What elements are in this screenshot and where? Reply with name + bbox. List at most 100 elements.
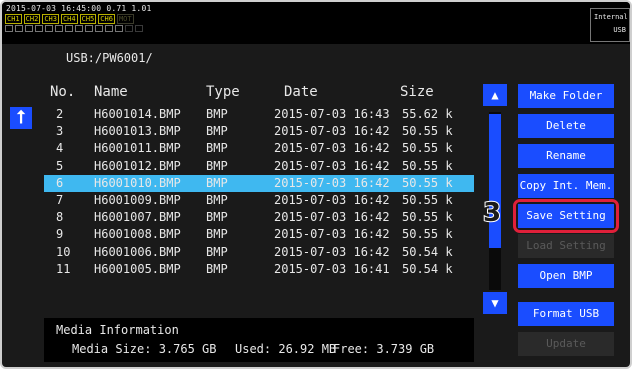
copy-int-mem-button[interactable]: Copy Int. Mem. (518, 174, 614, 198)
media-information-panel: Media Information Media Size: 3.765 GB U… (44, 318, 474, 362)
row-size: 50.55 k (402, 192, 453, 207)
table-row[interactable]: 6 H6001010.BMP BMP 2015-07-03 16:42 50.55 k (44, 174, 474, 192)
media-used-readout: Used: 26.92 MB (235, 342, 337, 356)
row-no: 4 (56, 141, 64, 156)
channel-indicator: CH3 (42, 14, 59, 24)
file-table: No. Name Type Date Size 2 H6001014.BMP BMP… (44, 82, 474, 278)
scroll-down-button[interactable]: ▼ (483, 292, 507, 314)
media-size-readout: Media Size: 3.765 GB (72, 342, 217, 356)
table-header: No. Name Type Date Size (44, 82, 474, 106)
level-cell (45, 25, 53, 32)
row-name: H6001005.BMP (94, 261, 181, 276)
row-no: 2 (56, 107, 64, 121)
instrument-screen: 2015-07-03 16:45:00 0.71 1.01 CH1 CH2 CH… (0, 0, 632, 369)
row-name: H6001006.BMP (94, 244, 181, 259)
level-cell (75, 25, 83, 32)
up-arrow-icon: ⭡ (16, 107, 26, 128)
storage-indicator: Internal USB (590, 8, 630, 42)
scroll-up-button[interactable]: ▲ (483, 84, 507, 106)
row-size: 50.55 k (402, 175, 453, 190)
row-type: BMP (206, 227, 228, 242)
row-type: BMP (206, 261, 228, 276)
row-date: 2015-07-03 16:42 (274, 210, 390, 225)
row-name: H6001007.BMP (94, 210, 181, 225)
row-name: H6001012.BMP (94, 158, 181, 173)
channel-indicator: CH1 (5, 14, 22, 24)
up-folder-button[interactable]: ⭡ (10, 107, 32, 129)
level-cell (35, 25, 43, 32)
level-cell (105, 25, 113, 32)
header-size: Size (400, 84, 434, 100)
row-name: H6001014.BMP (94, 107, 181, 121)
delete-button[interactable]: Delete (518, 114, 614, 138)
channel-indicator: MOT (116, 14, 134, 24)
row-type: BMP (206, 192, 228, 207)
row-size: 50.54 k (402, 244, 453, 259)
level-cell (125, 25, 133, 32)
row-size: 55.62 k (402, 107, 453, 121)
row-no: 8 (56, 210, 64, 225)
table-row[interactable]: 4 H6001011.BMP BMP 2015-07-03 16:42 50.55 k (44, 140, 474, 157)
row-name: H6001011.BMP (94, 141, 181, 156)
level-cell (95, 25, 103, 32)
row-size: 50.55 k (402, 210, 453, 225)
row-no: 6 (56, 175, 64, 190)
row-no: 5 (56, 158, 64, 173)
level-cell (135, 25, 143, 32)
status-bar: 2015-07-03 16:45:00 0.71 1.01 CH1 CH2 CH… (2, 2, 630, 44)
table-row[interactable]: 9 H6001008.BMP BMP 2015-07-03 16:42 50.55 k (44, 226, 474, 243)
row-type: BMP (206, 244, 228, 259)
table-row[interactable]: 2 H6001014.BMP BMP 2015-07-03 16:43 55.62 k (44, 106, 474, 123)
storage-usb-label: USB (613, 26, 626, 34)
level-cell (115, 25, 123, 32)
row-size: 50.55 k (402, 141, 453, 156)
level-cell (65, 25, 73, 32)
make-folder-button[interactable]: Make Folder (518, 84, 614, 108)
table-row[interactable]: 5 H6001012.BMP BMP 2015-07-03 16:42 50.55 k (44, 158, 474, 175)
level-indicators (5, 25, 143, 32)
row-no: 9 (56, 227, 64, 242)
level-cell (15, 25, 23, 32)
header-date: Date (284, 84, 318, 100)
row-type: BMP (206, 124, 228, 139)
table-row[interactable]: 7 H6001009.BMP BMP 2015-07-03 16:42 50.55 k (44, 192, 474, 209)
format-usb-button[interactable]: Format USB (518, 302, 614, 326)
row-no: 10 (56, 244, 71, 259)
step-number-callout: 3 (482, 197, 502, 229)
media-free-readout: Free: 3.739 GB (333, 342, 435, 356)
channel-indicator: CH4 (60, 14, 78, 24)
level-cell (85, 25, 93, 32)
row-name: H6001009.BMP (94, 192, 181, 207)
row-date: 2015-07-03 16:42 (274, 244, 390, 259)
table-body: 2 H6001014.BMP BMP 2015-07-03 16:43 55.62 k 3… (44, 106, 474, 278)
row-date: 2015-07-03 16:42 (274, 141, 390, 156)
level-cell (55, 25, 63, 32)
open-bmp-button[interactable]: Open BMP (518, 264, 614, 288)
row-no: 3 (56, 124, 64, 139)
table-row[interactable]: 8 H6001007.BMP BMP 2015-07-03 16:42 50.55 k (44, 209, 474, 226)
channel-indicator: CH6 (98, 14, 115, 24)
media-info-title: Media Information (56, 323, 179, 337)
row-date: 2015-07-03 16:42 (274, 192, 390, 207)
triangle-up-icon: ▲ (491, 88, 499, 102)
load-setting-button: Load Setting (518, 234, 614, 258)
row-name: H6001008.BMP (94, 227, 181, 242)
row-size: 50.55 k (402, 158, 453, 173)
row-no: 11 (56, 261, 71, 276)
channel-indicator: CH5 (79, 14, 97, 24)
current-path: USB:/PW6001/ (66, 51, 153, 65)
step-highlight-outline (513, 199, 619, 233)
rename-button[interactable]: Rename (518, 144, 614, 168)
row-type: BMP (206, 210, 228, 225)
update-button: Update (518, 332, 614, 356)
table-row[interactable]: 10 H6001006.BMP BMP 2015-07-03 16:42 50.54 k (44, 244, 474, 261)
header-no: No. (50, 84, 76, 100)
table-row[interactable]: 11 H6001005.BMP BMP 2015-07-03 16:41 50.54 k (44, 261, 474, 278)
header-type: Type (206, 84, 240, 100)
row-size: 50.55 k (402, 124, 453, 139)
row-type: BMP (206, 141, 228, 156)
row-size: 50.55 k (402, 227, 453, 242)
table-row[interactable]: 3 H6001013.BMP BMP 2015-07-03 16:42 50.55 k (44, 123, 474, 140)
row-name: H6001010.BMP (94, 175, 181, 190)
row-type: BMP (206, 107, 228, 121)
